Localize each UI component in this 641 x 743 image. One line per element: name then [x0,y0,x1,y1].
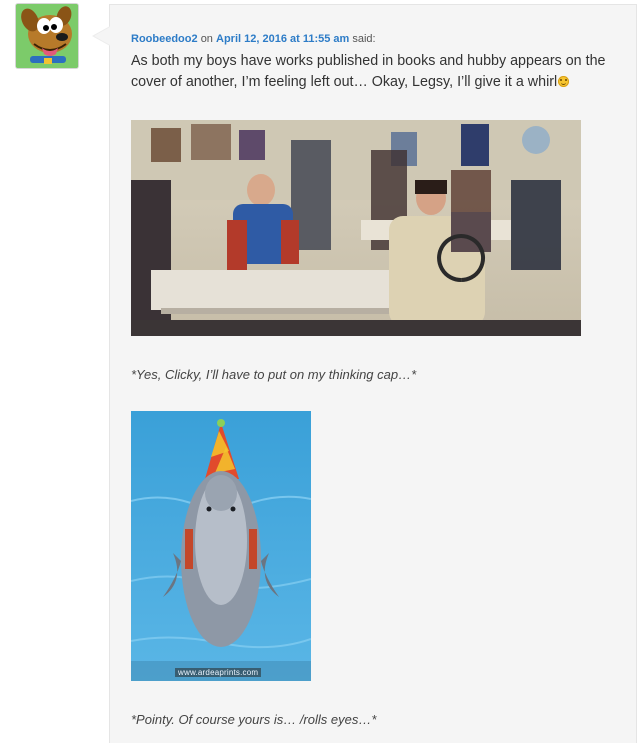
comment-author-link[interactable]: Roobeedoo2 [131,33,198,45]
image2-caption: *Pointy. Of course yours is… /rolls eyes… [131,712,377,727]
comment-date-link[interactable]: April 12, 2016 at 11:55 am [216,33,349,45]
comment: Roobeedoo2 on April 12, 2016 at 11:55 am… [0,0,641,743]
meta-on-text: on [200,33,213,45]
bubble-arrow-inner [94,27,110,45]
dolphin-image [131,411,311,681]
image-watermark: www.ardeaprints.com [175,668,262,677]
image1-caption: *Yes, Clicky, I’ll have to put on my thi… [131,367,417,382]
comment-body: As both my boys have works published in … [131,53,606,90]
comment-meta: Roobeedoo2 on April 12, 2016 at 11:55 am… [131,33,376,45]
big-bang-theory-gif[interactable] [131,120,581,336]
dolphin-party-hat-image[interactable]: www.ardeaprints.com [131,411,311,681]
scooby-doo-avatar-icon [16,4,78,68]
meta-said-text: said: [352,33,376,45]
cafeteria-scene-image [131,120,581,336]
avatar[interactable] [16,4,78,68]
smiley-icon [558,76,570,87]
comment-text: As both my boys have works published in … [131,51,611,93]
